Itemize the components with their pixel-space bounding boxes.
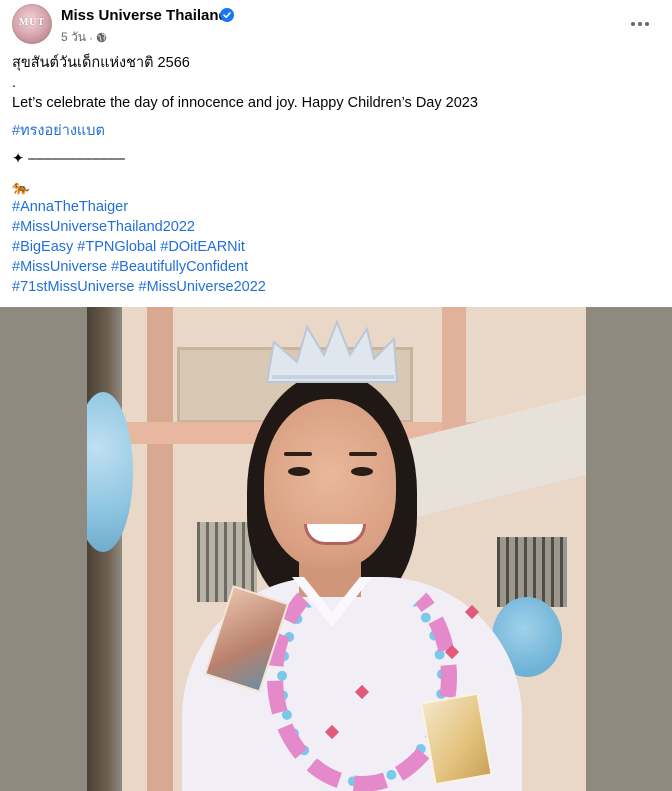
meta-separator: · <box>88 30 93 45</box>
page-name-link[interactable]: Miss Universe Thailand <box>61 7 228 24</box>
hashtags-line-4[interactable]: #MissUniverse #BeautifullyConfident <box>12 257 652 277</box>
post-timestamp[interactable]: 5 วัน <box>61 28 86 47</box>
hashtags-line-3[interactable]: #BigEasy #TPNGlobal #DOitEARNit <box>12 237 652 257</box>
thai-greeting: สุขสันต์วันเด็กแห่งชาติ 2566 <box>12 55 190 71</box>
post-photo[interactable] <box>0 307 672 791</box>
globe-icon[interactable] <box>96 32 107 43</box>
post-header: MUT Miss Universe Thailand 5 วัน · <box>12 4 660 48</box>
facebook-post: MUT Miss Universe Thailand 5 วัน · สุขสั… <box>0 0 672 791</box>
divider-line: ✦ –––––––––––– <box>12 151 125 167</box>
tiger-emoji: 🐅 <box>12 179 30 195</box>
hashtags-line-1[interactable]: #AnnaTheThaiger <box>12 197 652 217</box>
hashtags-line-5[interactable]: #71stMissUniverse #MissUniverse2022 <box>12 277 652 297</box>
avatar-logo-text: MUT <box>18 17 46 28</box>
dot-line: . <box>12 75 17 91</box>
hashtag-thai[interactable]: #ทรงอย่างแบต <box>12 121 652 141</box>
english-greeting: Let’s celebrate the day of innocence and… <box>12 95 478 111</box>
page-avatar[interactable]: MUT <box>12 4 52 44</box>
more-options-icon[interactable] <box>628 12 652 36</box>
verified-badge-icon <box>220 8 234 22</box>
post-meta: 5 วัน · <box>61 28 107 47</box>
post-text: สุขสันต์วันเด็กแห่งชาติ 2566 . Let’s cel… <box>12 53 652 297</box>
photo-image <box>87 307 586 791</box>
hashtags-line-2[interactable]: #MissUniverseThailand2022 <box>12 217 652 237</box>
paper-crown <box>265 319 399 383</box>
